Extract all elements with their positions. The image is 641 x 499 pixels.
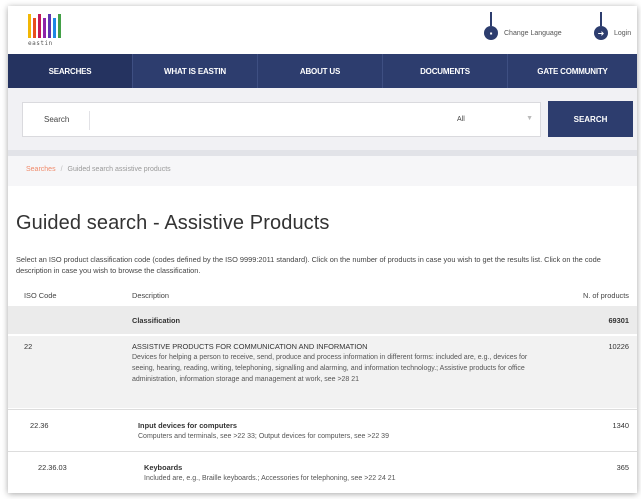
category-select[interactable]: All ▼: [455, 113, 539, 129]
eastin-logo[interactable]: eastin: [28, 14, 62, 50]
row-divider: [8, 451, 637, 452]
login-link[interactable]: ➜ Login: [594, 12, 632, 40]
row-count[interactable]: 365: [617, 463, 629, 472]
page-title: Guided search - Assistive Products: [16, 212, 330, 234]
change-language-link[interactable]: ▪ Change Language: [484, 12, 562, 40]
row-title[interactable]: Keyboards: [144, 463, 182, 472]
nav-item-what-is-eastin[interactable]: WHAT IS EASTIN: [133, 54, 258, 88]
row-count[interactable]: 69301: [608, 316, 629, 325]
change-language-label: Change Language: [504, 29, 562, 37]
main-nav: SEARCHES WHAT IS EASTIN ABOUT US DOCUMEN…: [8, 54, 637, 88]
page-frame: eastin ▪ Change Language ➜ Login SEARCHE…: [8, 6, 637, 493]
table-row[interactable]: 22 ASSISTIVE PRODUCTS FOR COMMUNICATION …: [8, 336, 637, 408]
breadcrumb-current: Guided search assistive products: [67, 166, 171, 173]
logo-text: eastin: [28, 40, 53, 47]
nav-item-about-us[interactable]: ABOUT US: [258, 54, 383, 88]
search-label: Search: [44, 115, 70, 124]
row-description: Devices for helping a person to receive,…: [132, 354, 528, 383]
row-code: 22.36: [30, 421, 49, 430]
row-count[interactable]: 1340: [613, 421, 629, 430]
logo-bar: [58, 14, 61, 38]
search-button[interactable]: SEARCH: [548, 101, 633, 137]
category-select-value: All: [457, 116, 465, 123]
row-divider: [8, 409, 637, 410]
login-label: Login: [614, 29, 632, 37]
row-count[interactable]: 10226: [608, 342, 629, 351]
row-description: Computers and terminals, see >22 33; Out…: [138, 433, 389, 440]
breadcrumb-searches-link[interactable]: Searches: [26, 166, 56, 173]
column-header-description: Description: [132, 291, 169, 300]
row-title[interactable]: Classification: [132, 316, 180, 325]
column-header-iso-code: ISO Code: [24, 291, 57, 300]
table-row[interactable]: Classification 69301: [8, 306, 637, 334]
breadcrumb: Searches / Guided search assistive product…: [26, 166, 171, 173]
logo-bar: [38, 14, 41, 38]
search-band: Search All ▼ SEARCH: [8, 88, 637, 150]
flag-icon: ▪: [484, 12, 498, 40]
logo-bar: [53, 17, 56, 38]
nav-item-documents[interactable]: DOCUMENTS: [383, 54, 508, 88]
chevron-down-icon: ▼: [526, 115, 533, 122]
row-title[interactable]: Input devices for computers: [138, 421, 237, 430]
column-header-count: N. of products: [582, 291, 629, 300]
nav-item-gate-community[interactable]: GATE COMMUNITY: [508, 54, 637, 88]
nav-item-searches[interactable]: SEARCHES: [8, 54, 133, 88]
row-description: Included are, e.g., Braille keyboards.; …: [144, 475, 396, 482]
row-code: 22.36.03: [38, 463, 67, 472]
logo-bar: [48, 14, 51, 38]
table-row[interactable]: 22.36 Input devices for computers Comput…: [8, 414, 637, 450]
row-title[interactable]: ASSISTIVE PRODUCTS FOR COMMUNICATION AND…: [132, 342, 367, 351]
row-code: 22: [24, 342, 33, 351]
login-icon: ➜: [594, 12, 608, 40]
logo-bars: [28, 14, 62, 38]
top-bar: eastin ▪ Change Language ➜ Login: [8, 6, 637, 54]
logo-bar: [33, 17, 36, 38]
logo-bar: [28, 14, 31, 38]
intro-text: Select an ISO product classification cod…: [16, 255, 601, 275]
breadcrumb-separator: /: [60, 166, 63, 173]
search-divider: [89, 111, 90, 130]
logo-bar: [43, 17, 46, 38]
table-row[interactable]: 22.36.03 Keyboards Included are, e.g., B…: [8, 456, 637, 490]
search-input[interactable]: Search All ▼: [22, 102, 541, 137]
breadcrumb-bar: Searches / Guided search assistive product…: [8, 156, 637, 186]
